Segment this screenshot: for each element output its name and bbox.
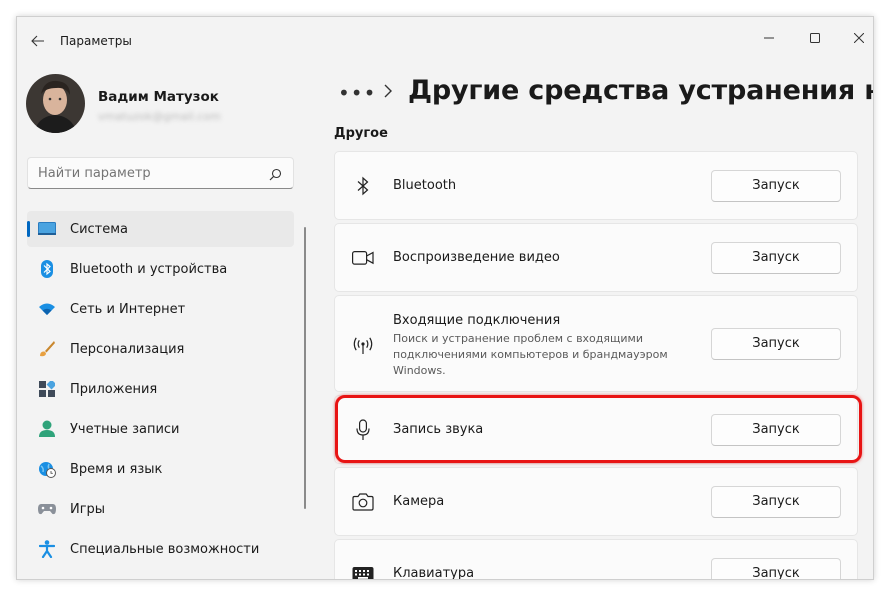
sidebar-item-label: Сеть и Интернет [70,301,186,317]
sidebar-scrollbar[interactable] [304,227,306,509]
system-icon [38,220,56,238]
bluetooth-icon [351,174,375,198]
incoming-connections-icon [351,334,375,358]
minimize-button[interactable] [749,23,789,53]
run-button[interactable]: Запуск [711,242,841,274]
troubleshooter-card-incoming-connections: Входящие подключения Поиск и устранение … [334,295,858,392]
bluetooth-icon [38,260,56,278]
app-title: Параметры [60,34,132,48]
sidebar-item-label: Приложения [70,381,158,397]
sidebar-item-label: Игры [70,501,106,517]
sidebar-item-time-language[interactable]: Время и язык [27,451,294,487]
breadcrumb-more-button[interactable]: ••• [338,81,376,105]
card-title: Bluetooth [393,178,457,193]
chevron-right-icon [383,83,393,103]
sidebar-item-accessibility[interactable]: Специальные возможности [27,531,294,567]
card-title: Воспроизведение видео [393,250,560,265]
sidebar-item-label: Персонализация [70,341,185,357]
card-title: Камера [393,494,445,509]
sidebar-item-network[interactable]: Сеть и Интернет [27,291,294,327]
close-button[interactable] [839,23,873,53]
card-description: Поиск и устранение проблем с входящими п… [393,332,668,377]
sidebar-item-apps[interactable]: Приложения [27,371,294,407]
wifi-icon [38,300,56,318]
sidebar-item-accounts[interactable]: Учетные записи [27,411,294,447]
search-icon[interactable] [269,166,282,185]
minimize-icon [764,37,774,39]
maximize-icon [810,33,820,43]
sidebar-item-personalization[interactable]: Персонализация [27,331,294,367]
sidebar-item-label: Система [70,221,129,237]
run-button[interactable]: Запуск [711,170,841,202]
troubleshooter-card-keyboard: Клавиатура Запуск [334,539,858,580]
apps-icon [38,380,56,398]
back-button[interactable] [23,27,53,55]
sidebar-item-label: Специальные возможности [70,541,260,557]
keyboard-icon [351,562,375,579]
search-box[interactable] [27,157,294,189]
run-button[interactable]: Запуск [711,328,841,360]
brush-icon [38,340,56,358]
sidebar-item-label: Время и язык [70,461,163,477]
title-bar: Параметры [17,17,873,65]
sidebar-item-label: Bluetooth и устройства [70,261,228,277]
user-name: Вадим Матузок [98,89,219,105]
troubleshooter-card-bluetooth: Bluetooth Запуск [334,151,858,220]
settings-window: Параметры Вадим Матузок vmatuzok@gmail.c… [16,16,874,580]
sidebar-item-bluetooth[interactable]: Bluetooth и устройства [27,251,294,287]
camera-icon [351,490,375,514]
run-button[interactable]: Запуск [711,486,841,518]
accessibility-icon [38,540,56,558]
arrow-left-icon [31,35,44,47]
video-icon [351,246,375,270]
maximize-button[interactable] [795,23,835,53]
troubleshooter-card-camera: Камера Запуск [334,467,858,536]
avatar[interactable] [26,74,85,133]
page-title: Другие средства устранения непола [408,75,873,106]
close-icon [854,33,864,43]
troubleshooter-card-video: Воспроизведение видео Запуск [334,223,858,292]
search-input[interactable] [38,166,258,181]
user-email: vmatuzok@gmail.com [98,110,221,123]
card-title: Входящие подключения [393,313,561,328]
highlight-frame [335,395,862,463]
sidebar-item-label: Учетные записи [70,421,180,437]
run-button[interactable]: Запуск [711,558,841,579]
sidebar-item-system[interactable]: Система [27,211,294,247]
section-title: Другое [334,126,388,141]
accounts-icon [38,420,56,438]
card-title: Клавиатура [393,566,475,580]
globe-clock-icon [38,460,56,478]
sidebar-item-gaming[interactable]: Игры [27,491,294,527]
gamepad-icon [38,500,56,518]
sidebar-nav: Система Bluetooth и устройства Сеть и Ин… [27,211,294,571]
